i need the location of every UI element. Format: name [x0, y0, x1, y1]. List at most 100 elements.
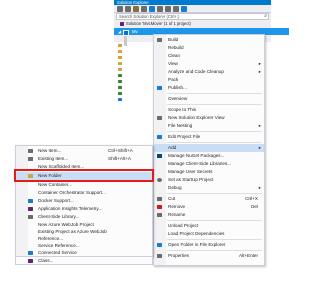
submenu-item-connected-service[interactable]: Connected Service — [16, 249, 152, 257]
sync-icon[interactable] — [141, 6, 147, 12]
remove-icon — [157, 205, 162, 209]
submenu-item-existing-item[interactable]: Existing Item... Shift+Alt+A — [16, 155, 152, 163]
menu-item-rebuild[interactable]: Rebuild — [154, 44, 264, 52]
folder-icon — [118, 62, 122, 65]
submenu-arrow-icon: ▸ — [258, 185, 261, 190]
submenu-item-docker-support[interactable]: Docker Support... — [16, 197, 152, 205]
search-icon[interactable]: ⌕ — [264, 14, 267, 19]
submenu-item-app-insights[interactable]: Application Insights Telemetry... — [16, 205, 152, 213]
submenu-arrow-icon: ▸ — [258, 123, 261, 128]
new-view-icon — [157, 116, 162, 120]
submenu-arrow-icon: ▸ — [258, 145, 261, 150]
menu-item-scope-to-this[interactable]: Scope to This — [154, 106, 264, 114]
cut-icon — [157, 197, 162, 201]
menu-item-pack[interactable]: Pack — [154, 76, 264, 84]
menu-item-label: Rebuild — [168, 45, 184, 50]
menu-item-manage-client-libs[interactable]: Manage Client-Side Libraries... — [154, 160, 264, 168]
search-placeholder: Search Solution Explorer (Ctrl+;) — [119, 14, 180, 19]
menu-item-label: Overview — [168, 96, 188, 101]
menu-item-properties[interactable]: Properties Alt+Enter — [154, 252, 264, 260]
folder-icon — [118, 56, 122, 59]
menu-item-shortcut: Ctrl+X — [245, 196, 258, 201]
new-folder-highlight — [14, 169, 154, 182]
submenu-item-class[interactable]: Class... — [15, 257, 153, 265]
menu-item-label: Manage NuGet Packages... — [168, 153, 225, 158]
menu-item-label: Set as StartUp Project — [168, 177, 214, 182]
menu-separator — [167, 142, 262, 143]
menu-item-publish[interactable]: Publish... — [154, 84, 264, 92]
menu-item-remove[interactable]: Remove Del — [154, 203, 264, 211]
expand-chevron-icon[interactable]: ◢ — [118, 28, 121, 35]
rename-icon — [157, 213, 162, 217]
build-icon — [157, 38, 162, 42]
preview-icon[interactable] — [181, 6, 187, 12]
menu-item-view[interactable]: View ▸ — [154, 60, 264, 68]
menu-item-file-nesting[interactable]: File Nesting ▸ — [154, 122, 264, 130]
menu-item-shortcut: Shift+Alt+A — [108, 156, 131, 161]
menu-item-label: Clean — [168, 53, 181, 58]
menu-item-label: New Solution Explorer View — [168, 115, 225, 120]
menu-item-label: Client-Side Library... — [38, 214, 80, 219]
menu-separator — [167, 239, 262, 240]
folder-open-icon — [157, 243, 162, 247]
back-icon[interactable] — [117, 6, 123, 12]
tree-item-icons — [118, 44, 124, 120]
submenu-item-client-side-library[interactable]: Client-Side Library... — [16, 213, 152, 221]
folder-icon — [118, 50, 122, 53]
menu-item-add[interactable]: Add ▸ — [154, 144, 264, 152]
home-icon[interactable] — [133, 6, 139, 12]
menu-item-cut[interactable]: Cut Ctrl+X — [154, 195, 264, 203]
docker-icon — [28, 199, 33, 203]
submenu-item-new-container[interactable]: New Container... — [16, 181, 152, 189]
nuget-icon — [157, 154, 162, 158]
menu-separator — [167, 250, 262, 251]
menu-item-shortcut: Ctrl+Shift+A — [108, 148, 133, 153]
menu-item-label: Unload Project — [168, 223, 199, 228]
menu-item-label: Manage User Secrets — [168, 169, 213, 174]
refresh-icon[interactable] — [149, 6, 155, 12]
properties-icon[interactable] — [173, 6, 179, 12]
csharp-file-icon — [118, 86, 122, 89]
tree-item-solution[interactable]: Solution 'MvcMovie' (1 of 1 project) — [114, 21, 283, 27]
menu-item-edit-project-file[interactable]: Edit Project File — [154, 133, 264, 141]
tree-item-label: Solution 'MvcMovie' (1 of 1 project) — [126, 21, 191, 26]
menu-item-manage-user-secrets[interactable]: Manage User Secrets — [154, 168, 264, 176]
menu-item-label: New Container... — [38, 182, 72, 187]
menu-item-manage-nuget[interactable]: Manage NuGet Packages... — [154, 152, 264, 160]
search-input[interactable]: Search Solution Explorer (Ctrl+;) ⌕ — [116, 13, 269, 20]
menu-item-analyze[interactable]: Analyze and Code Cleanup ▸ — [154, 68, 264, 76]
solution-icon — [120, 22, 124, 26]
menu-item-label: Application Insights Telemetry... — [38, 206, 103, 211]
menu-item-new-view[interactable]: New Solution Explorer View — [154, 114, 264, 122]
menu-item-debug[interactable]: Debug ▸ — [154, 184, 264, 192]
menu-item-set-startup[interactable]: Set as StartUp Project — [154, 176, 264, 184]
menu-item-clean[interactable]: Clean — [154, 52, 264, 60]
menu-item-overview[interactable]: Overview — [154, 95, 264, 103]
edit-icon — [157, 135, 162, 139]
menu-separator — [167, 104, 262, 105]
settings-icon — [157, 178, 162, 182]
csharp-file-icon — [118, 92, 122, 95]
menu-item-build[interactable]: Build — [154, 36, 264, 44]
folder-icon — [118, 68, 122, 71]
collapse-all-icon[interactable] — [157, 6, 163, 12]
submenu-item-container-orchestrator[interactable]: Container Orchestrator Support... — [16, 189, 152, 197]
menu-item-label: Remove — [168, 204, 186, 209]
show-all-files-icon[interactable] — [165, 6, 171, 12]
menu-item-rename[interactable]: Rename — [154, 211, 264, 219]
submenu-item-new-item[interactable]: New Item... Ctrl+Shift+A — [16, 147, 152, 155]
forward-icon[interactable] — [125, 6, 131, 12]
menu-item-label: Debug — [168, 185, 182, 190]
submenu-arrow-icon: ▸ — [258, 69, 261, 74]
menu-item-label: New Item... — [38, 148, 62, 153]
project-icon — [123, 29, 129, 36]
folder-icon — [118, 44, 122, 47]
menu-item-label: Scope to This — [168, 107, 197, 112]
menu-item-open-folder[interactable]: Open Folder in File Explorer — [154, 241, 264, 249]
menu-item-load-dependencies[interactable]: Load Project Dependencies — [154, 230, 264, 238]
menu-item-unload-project[interactable]: Unload Project — [154, 222, 264, 230]
menu-item-label: Connected Service — [38, 250, 77, 255]
existing-item-icon — [28, 157, 33, 161]
menu-item-label: File Nesting — [168, 123, 193, 128]
solution-explorer-toolbar — [114, 5, 271, 13]
